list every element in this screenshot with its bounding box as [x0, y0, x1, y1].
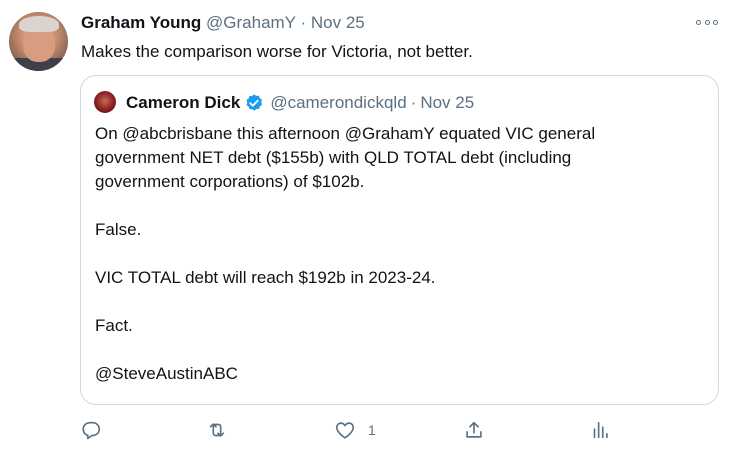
quoted-line: VIC TOTAL debt will reach $192b in 2023-… [95, 268, 436, 287]
quoted-mention[interactable]: @SteveAustinABC [95, 362, 705, 386]
tweet[interactable]: Graham Young @GrahamY · Nov 25 Makes the… [0, 0, 738, 456]
separator-dot: · [300, 13, 307, 32]
quoted-author-name[interactable]: Cameron Dick [126, 92, 240, 113]
quoted-separator-dot: · [410, 93, 417, 112]
author-avatar[interactable] [9, 12, 68, 71]
quoted-tweet[interactable]: Cameron Dick @camerondickqld · Nov 25 On… [80, 75, 719, 405]
share-icon [466, 421, 482, 438]
tweet-header: Graham Young @GrahamY · Nov 25 [81, 13, 365, 33]
tweet-actions: 1 [80, 418, 640, 442]
quoted-author-handle[interactable]: @camerondickqld [270, 92, 406, 113]
author-name[interactable]: Graham Young [81, 13, 201, 32]
retweet-button[interactable] [206, 418, 228, 442]
more-options-icon[interactable] [696, 14, 718, 30]
like-icon [335, 422, 355, 439]
quoted-line: False. [95, 220, 142, 239]
analytics-icon [593, 421, 608, 439]
quoted-tweet-header: Cameron Dick @camerondickqld · Nov 25 [126, 92, 474, 113]
quoted-tweet-date[interactable]: Nov 25 [420, 92, 474, 113]
tweet-text: Makes the comparison worse for Victoria,… [81, 42, 473, 61]
reply-button[interactable] [80, 418, 102, 442]
analytics-button[interactable] [589, 418, 611, 442]
share-button[interactable] [463, 418, 485, 442]
like-count: 1 [368, 422, 376, 438]
quoted-author-avatar[interactable] [94, 91, 116, 113]
quoted-line: government corporations) of $102b. [95, 172, 365, 191]
author-handle[interactable]: @GrahamY [206, 13, 296, 32]
quoted-line: Fact. [95, 316, 133, 335]
quoted-line: government NET debt ($155b) with QLD TOT… [95, 148, 572, 167]
verified-badge-icon [246, 93, 263, 111]
quoted-line: On @abcbrisbane this afternoon @GrahamY … [95, 124, 596, 143]
tweet-date[interactable]: Nov 25 [311, 13, 365, 32]
retweet-icon [209, 423, 225, 437]
reply-icon [82, 421, 101, 440]
quoted-tweet-text: On @abcbrisbane this afternoon @GrahamY … [95, 122, 705, 386]
like-button[interactable]: 1 [334, 418, 376, 442]
